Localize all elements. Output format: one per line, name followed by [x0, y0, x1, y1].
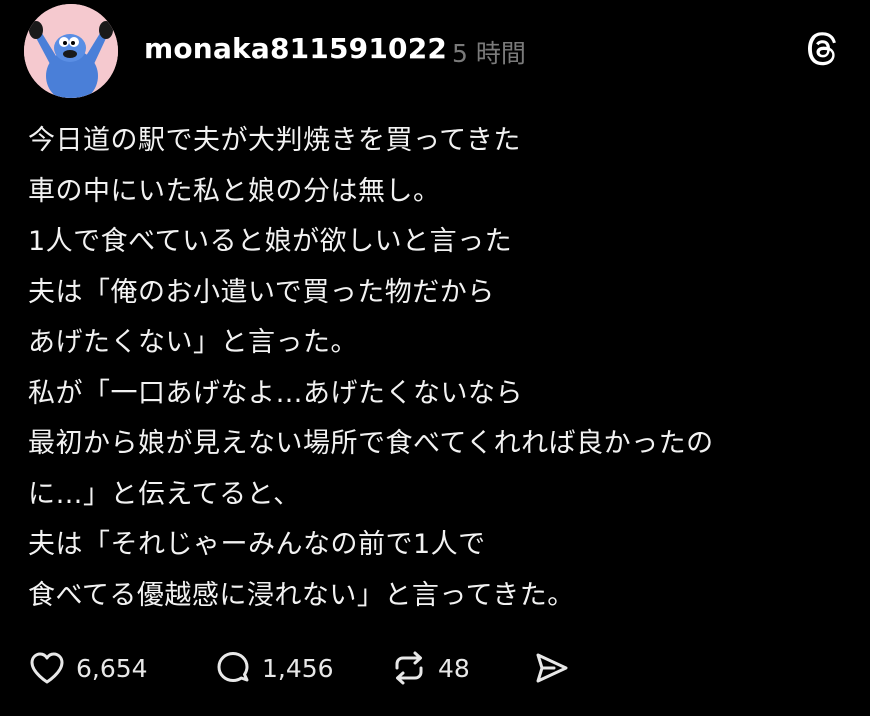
heart-icon — [28, 649, 66, 687]
post-text-line: 最初から娘が見えない場所で食べてくれれば良かったの — [28, 428, 714, 459]
repost-icon — [390, 649, 428, 687]
post-text-line: 夫は「それじゃーみんなの前で1人で — [28, 529, 486, 560]
post-text-line: あげたくない」と言った。 — [28, 327, 358, 358]
post-timestamp: 5 時間 — [452, 39, 526, 68]
post-text-line: 1人で食べていると娘が欲しいと言った — [28, 226, 513, 257]
username[interactable]: monaka811591022 — [144, 32, 447, 65]
blue-monster-avatar-icon — [24, 4, 118, 98]
post-text-line: 食べてる優越感に浸れない」と言ってきた。 — [28, 579, 575, 611]
comment-icon — [214, 649, 252, 687]
threads-post: monaka811591022 5 時間 今日道の駅で夫が大判焼きを買ってきた … — [0, 0, 870, 716]
like-count: 6,654 — [76, 653, 148, 683]
threads-logo-icon[interactable] — [806, 32, 838, 68]
send-icon — [532, 649, 570, 687]
repost-button[interactable]: 48 — [390, 646, 470, 690]
share-button[interactable] — [532, 646, 570, 690]
post-text-line: 今日道の駅で夫が大判焼きを買ってきた — [28, 125, 521, 156]
post-text-line: 車の中にいた私と娘の分は無し。 — [28, 175, 441, 207]
comment-button[interactable]: 1,456 — [214, 646, 334, 690]
post-body: 今日道の駅で夫が大判焼きを買ってきた 車の中にいた私と娘の分は無し。 1人で食べ… — [28, 116, 848, 621]
comment-count: 1,456 — [262, 653, 334, 683]
post-text-line: 夫は「俺のお小遣いで買った物だから — [28, 276, 495, 308]
post-text-line: 私が「一口あげなよ…あげたくないなら — [28, 377, 523, 409]
like-button[interactable]: 6,654 — [28, 646, 148, 690]
repost-count: 48 — [438, 653, 470, 683]
avatar[interactable] — [24, 4, 118, 98]
post-actions: 6,654 1,456 48 — [28, 646, 628, 690]
post-text-line: に…」と伝えてると、 — [28, 478, 301, 510]
post-header: monaka811591022 5 時間 — [24, 4, 846, 98]
